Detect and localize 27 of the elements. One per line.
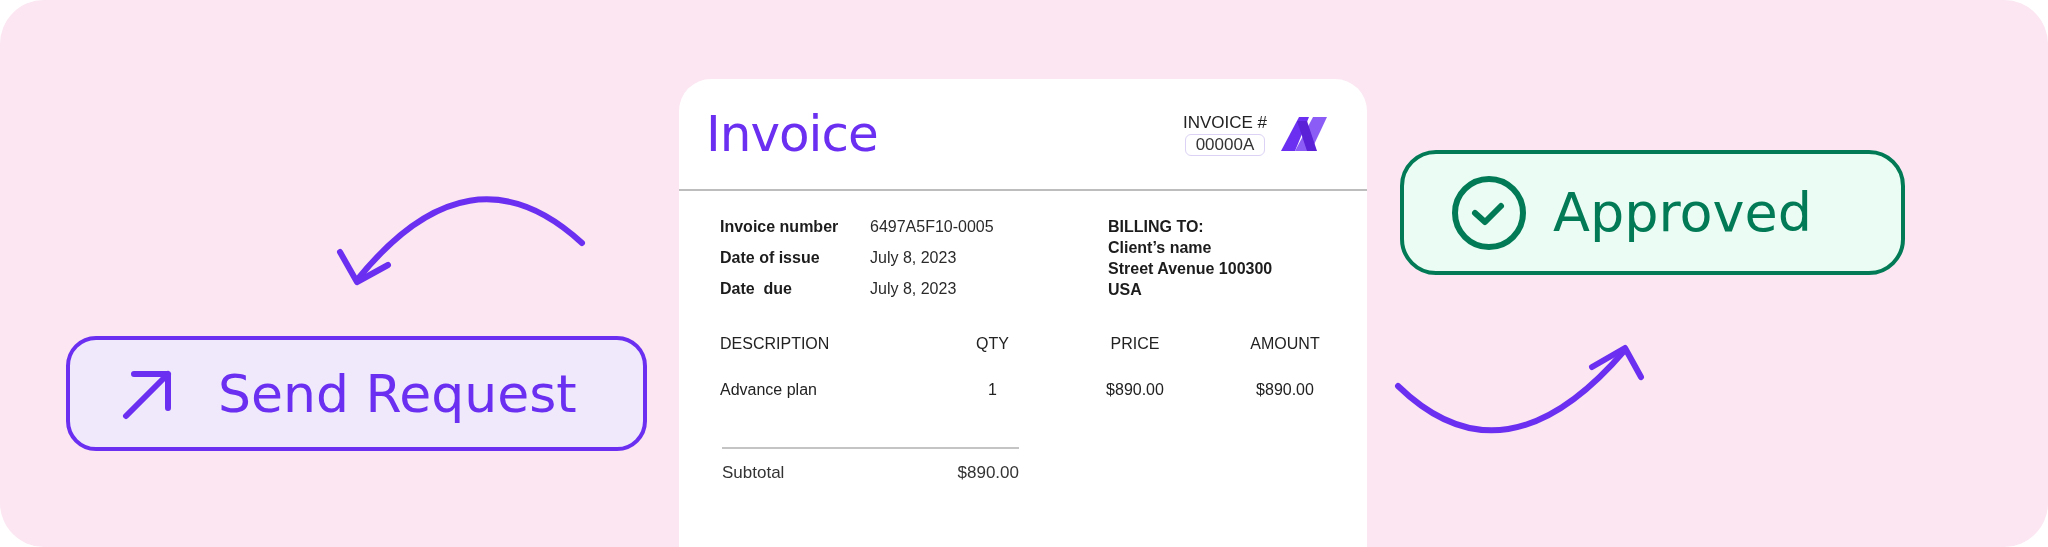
table-cell-text: $890.00 bbox=[1255, 381, 1315, 399]
detail-value: 6497A5F10-0005 bbox=[870, 218, 995, 237]
billing-line: Street Avenue 100300 bbox=[1108, 260, 1273, 278]
billing-line: Client’s name bbox=[1108, 239, 1213, 257]
table-cell-text: $890.00 bbox=[1105, 381, 1165, 399]
table-cell-text: 1 bbox=[987, 381, 998, 399]
subtotal-label: Subtotal bbox=[722, 463, 785, 483]
detail-label: Date of issue bbox=[720, 249, 821, 268]
logo-icon bbox=[1281, 117, 1327, 151]
detail-value: July 8, 2023 bbox=[870, 280, 958, 299]
column-header: AMOUNT bbox=[1249, 335, 1321, 353]
column-header: QTY bbox=[975, 335, 1010, 353]
send-request-button[interactable]: Send Request bbox=[66, 336, 647, 451]
billing-heading: BILLING TO: bbox=[1108, 218, 1205, 236]
detail-value: July 8, 2023 bbox=[870, 249, 958, 268]
approved-label: Approved bbox=[1553, 181, 1812, 244]
billing-line: USA bbox=[1108, 281, 1143, 299]
column-header: DESCRIPTION bbox=[720, 335, 831, 353]
detail-label: Date due bbox=[720, 280, 793, 299]
invoice-number-badge: 00000A bbox=[1184, 133, 1266, 156]
detail-label: Invoice number bbox=[720, 218, 840, 237]
column-header: PRICE bbox=[1109, 335, 1161, 353]
check-circle-icon bbox=[1451, 174, 1527, 251]
invoice-title: Invoice bbox=[706, 105, 878, 163]
invoice-number-label: INVOICE # bbox=[1182, 112, 1267, 133]
table-cell-text: Advance plan bbox=[720, 381, 818, 399]
subtotal-value: $890.00 bbox=[957, 463, 1019, 483]
